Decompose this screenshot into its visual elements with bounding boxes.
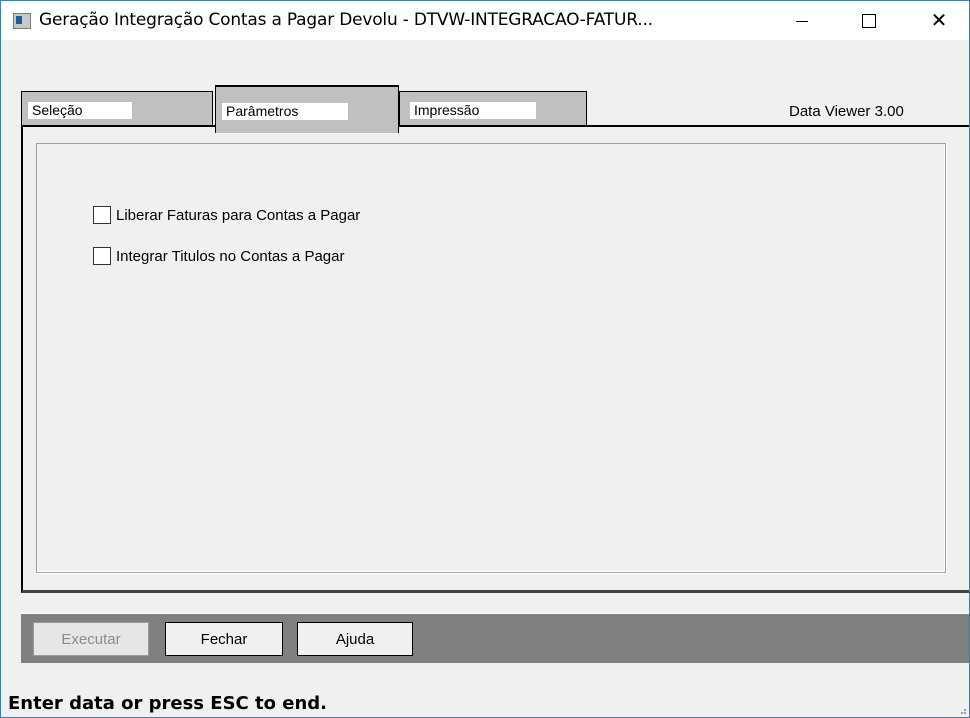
checkbox-liberar-faturas[interactable]: Liberar Faturas para Contas a Pagar (93, 206, 360, 224)
version-label: Data Viewer 3.00 (789, 103, 904, 120)
app-window: Geração Integração Contas a Pagar Devolu… (0, 0, 970, 718)
fechar-button[interactable]: Fechar (165, 622, 283, 656)
tab-impressao[interactable]: Impressão (399, 91, 587, 125)
resize-grip-icon[interactable] (957, 705, 967, 715)
status-text: Enter data or press ESC to end. (8, 693, 328, 714)
checkbox-box[interactable] (93, 206, 111, 224)
checkbox-integrar-titulos[interactable]: Integrar Titulos no Contas a Pagar (93, 247, 344, 265)
app-icon[interactable] (13, 13, 31, 29)
checkbox-label: Liberar Faturas para Contas a Pagar (116, 206, 361, 224)
executar-button[interactable]: Executar (33, 622, 149, 656)
window-title: Geração Integração Contas a Pagar Devolu… (39, 10, 653, 30)
minimize-icon (796, 21, 808, 22)
checkbox-box[interactable] (93, 247, 111, 265)
title-bar[interactable]: Geração Integração Contas a Pagar Devolu… (1, 1, 969, 40)
tab-label: Parâmetros (222, 103, 348, 120)
close-icon: ✕ (930, 10, 948, 32)
tab-label: Seleção (28, 102, 132, 119)
button-bar: Executar Fechar Ajuda (21, 613, 969, 663)
checkbox-label: Integrar Titulos no Contas a Pagar (116, 247, 345, 265)
maximize-icon (862, 13, 876, 28)
maximize-button[interactable] (846, 1, 892, 40)
close-button[interactable]: ✕ (916, 1, 962, 40)
tab-label: Impressão (410, 102, 536, 119)
status-bar: Enter data or press ESC to end. (1, 677, 969, 717)
tab-selecao[interactable]: Seleção (21, 91, 213, 125)
minimize-button[interactable] (779, 1, 825, 40)
parameters-panel (21, 125, 969, 593)
ajuda-button[interactable]: Ajuda (297, 622, 413, 656)
tab-parametros[interactable]: Parâmetros (215, 85, 399, 133)
